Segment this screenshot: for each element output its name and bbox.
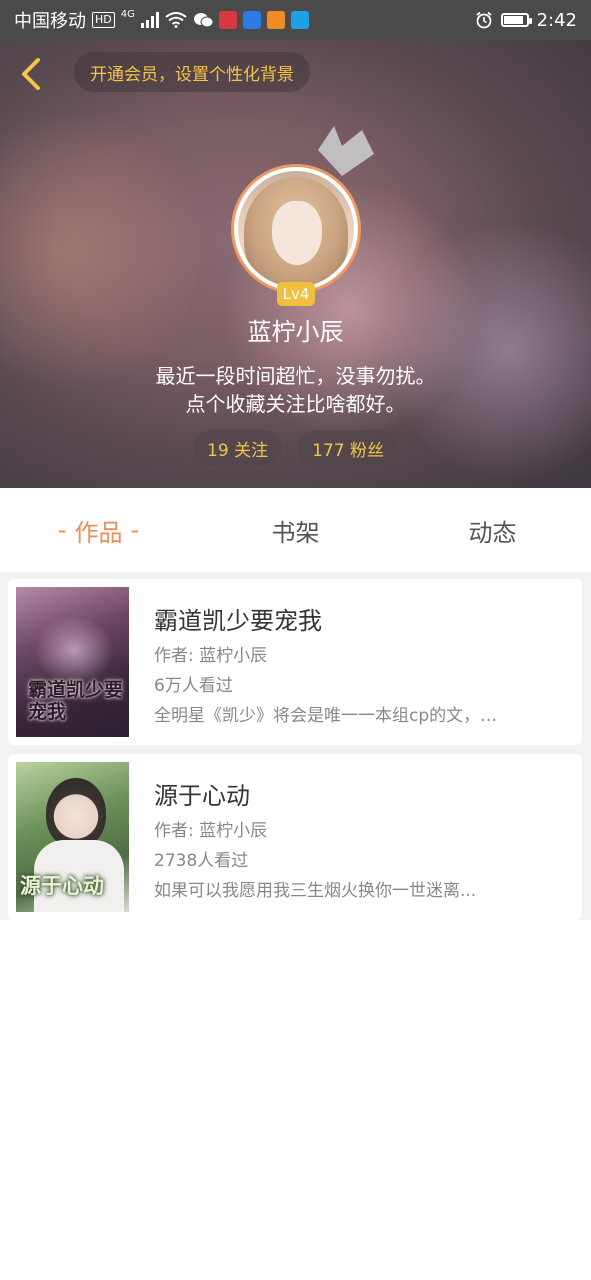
app-red-icon	[218, 11, 237, 29]
cover-title: 源于心动	[20, 873, 104, 898]
hd-badge: HD	[92, 12, 115, 28]
tab-bookshelf[interactable]: 书架	[197, 488, 394, 572]
bio-line: 最近一段时间超忙，没事勿扰。	[155, 364, 436, 388]
book-description: 如果可以我愿用我三生烟火换你一世迷离...	[154, 881, 477, 901]
battery-icon	[500, 13, 532, 27]
profile-header: 开通会员，设置个性化背景 Lv4 蓝柠小辰 最近一段时间超忙，没事勿扰。 点个收…	[0, 40, 591, 488]
book-card[interactable]: 源于心动 源于心动 作者: 蓝柠小辰 2738人看过 如果可以我愿用我三生烟火换…	[8, 754, 582, 920]
tab-label: 动态	[468, 518, 517, 547]
following-button[interactable]: 19 关注	[193, 430, 283, 466]
tab-label: 书架	[271, 518, 320, 547]
book-author: 作者: 蓝柠小辰	[154, 821, 268, 841]
book-title[interactable]: 源于心动	[154, 776, 250, 811]
followers-count: 177 粉丝	[312, 440, 384, 461]
back-arrow-icon[interactable]	[14, 54, 54, 94]
status-bar-left: 中国移动 HD 4G	[14, 7, 309, 33]
bio: 最近一段时间超忙，没事勿扰。 点个收藏关注比啥都好。	[0, 362, 591, 418]
tab-label: 作品	[74, 518, 123, 547]
book-views: 6万人看过	[154, 676, 233, 696]
following-count: 19 关注	[207, 440, 269, 461]
network-label: 4G	[120, 8, 135, 20]
book-description: 全明星《凯少》将会是唯一一本组cp的文，…	[154, 706, 498, 726]
vip-background-button[interactable]: 开通会员，设置个性化背景	[74, 52, 310, 92]
status-bar: 中国移动 HD 4G 2:42	[0, 0, 591, 40]
book-author: 作者: 蓝柠小辰	[154, 646, 268, 666]
app-blue-icon	[242, 11, 261, 29]
wechat-icon	[193, 13, 213, 28]
works-list: 霸道凯少要宠我 霸道凯少要宠我 作者: 蓝柠小辰 6万人看过 全明星《凯少》将会…	[0, 572, 591, 920]
tab-active-indicator: -	[130, 516, 140, 544]
vip-prompt-label: 开通会员，设置个性化背景	[90, 64, 294, 85]
clock: 2:42	[536, 9, 577, 31]
avatar[interactable]	[231, 164, 361, 294]
wifi-icon	[165, 12, 187, 28]
tab-works[interactable]: - 作品 -	[0, 488, 197, 572]
app-cyan-icon	[290, 11, 309, 29]
header-background-glow	[0, 100, 200, 400]
book-card[interactable]: 霸道凯少要宠我 霸道凯少要宠我 作者: 蓝柠小辰 6万人看过 全明星《凯少》将会…	[8, 579, 582, 745]
alarm-icon	[476, 11, 492, 29]
status-bar-right: 2:42	[475, 10, 577, 31]
cover-title: 霸道凯少要宠我	[28, 679, 124, 723]
book-cover[interactable]: 霸道凯少要宠我	[16, 587, 129, 737]
book-cover[interactable]: 源于心动	[16, 762, 129, 912]
tab-activity[interactable]: 动态	[394, 488, 591, 572]
followers-button[interactable]: 177 粉丝	[298, 430, 398, 466]
book-views: 2738人看过	[154, 851, 249, 871]
book-title[interactable]: 霸道凯少要宠我	[154, 601, 322, 636]
bio-line: 点个收藏关注比啥都好。	[185, 392, 406, 416]
tab-active-indicator: -	[57, 516, 67, 544]
carrier-label: 中国移动	[14, 11, 86, 32]
username: 蓝柠小辰	[247, 318, 344, 346]
signal-icon	[140, 12, 159, 28]
app-orange-icon	[266, 11, 285, 29]
profile-tabs: - 作品 - 书架 动态	[0, 488, 591, 572]
stats-row: 19 关注 177 粉丝	[0, 430, 591, 466]
level-badge: Lv4	[277, 282, 315, 306]
avatar-image	[238, 171, 354, 287]
